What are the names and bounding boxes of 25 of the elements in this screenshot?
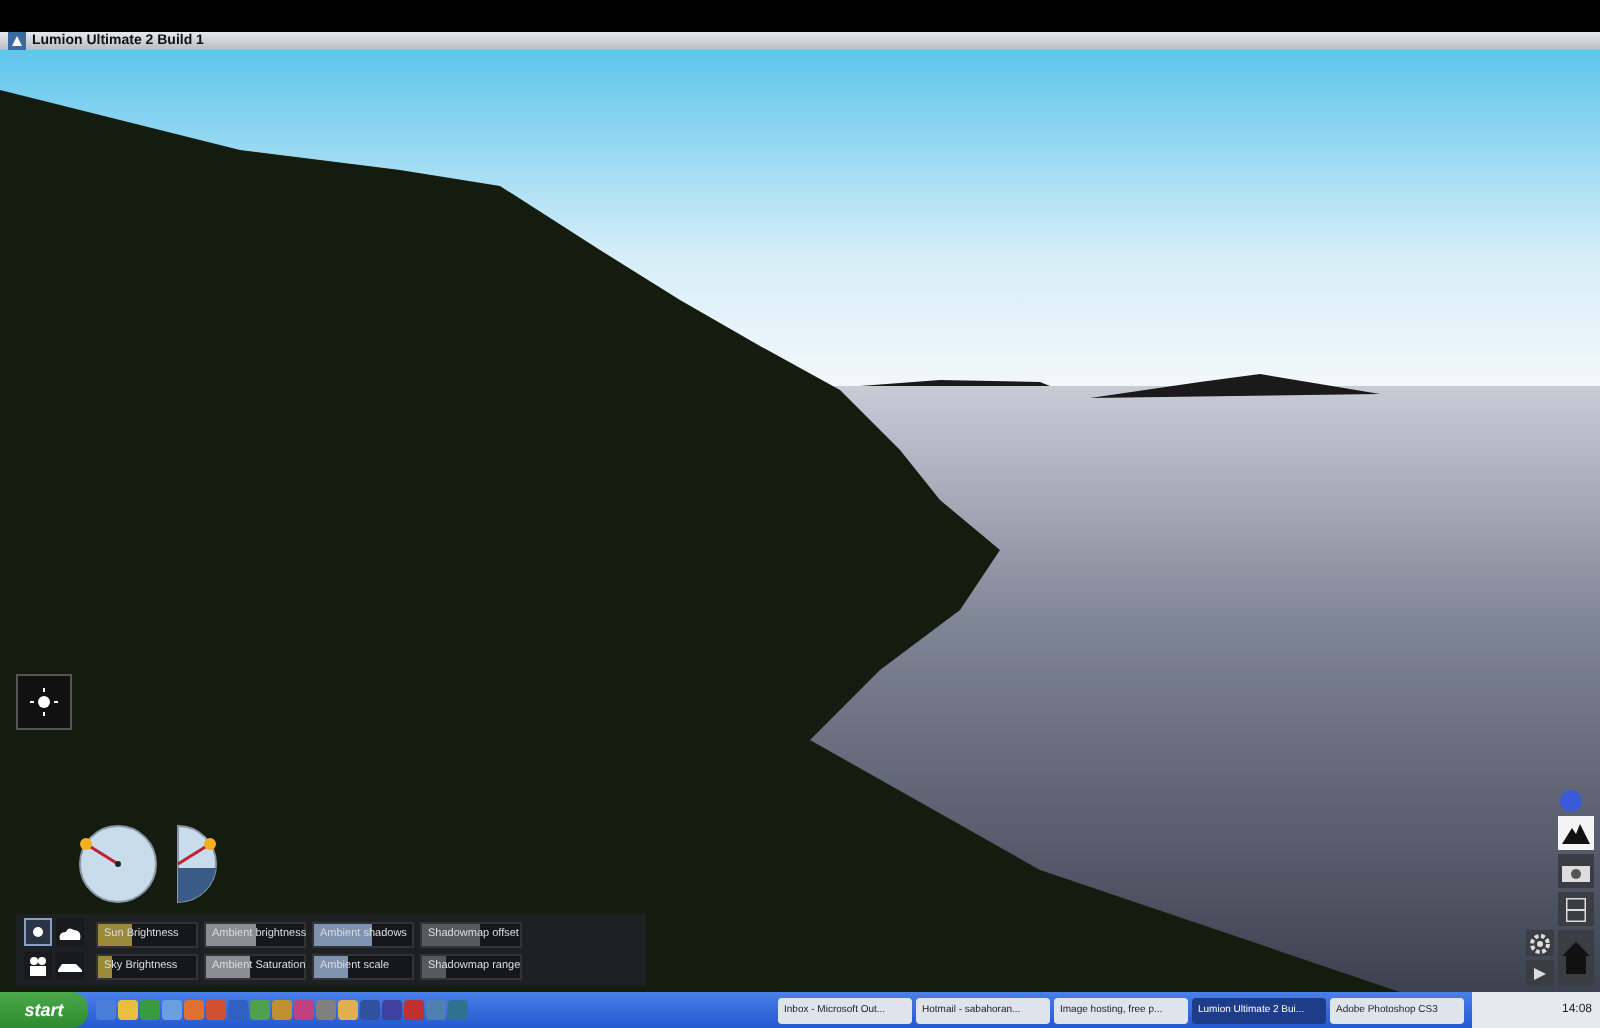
film-strip-icon [1566,897,1586,921]
tool-button[interactable] [1558,854,1594,888]
start-button[interactable]: start [0,992,88,1028]
play-button[interactable] [1526,960,1554,986]
play-icon [1534,967,1546,979]
compass-dial[interactable] [78,824,158,904]
settings-icon [1530,933,1550,953]
house-icon [1562,942,1590,974]
help-icon[interactable] [1560,790,1582,812]
mode-button[interactable] [56,952,84,980]
tool-button[interactable] [1558,892,1594,926]
tool-button[interactable] [1558,816,1594,850]
sun-icon [30,688,58,716]
movie-camera-icon [28,956,48,976]
settings-button[interactable] [1526,930,1554,956]
mode-button[interactable] [24,918,52,946]
sun-height-dial[interactable] [174,824,218,904]
cloud-icon [58,925,82,939]
mode-button[interactable] [56,918,84,946]
mode-button[interactable] [24,952,52,980]
mountain-icon [1562,823,1590,843]
sun-button[interactable] [16,674,72,730]
camera-icon [1562,861,1590,881]
sun-icon [30,924,46,940]
app-icon [8,32,26,50]
